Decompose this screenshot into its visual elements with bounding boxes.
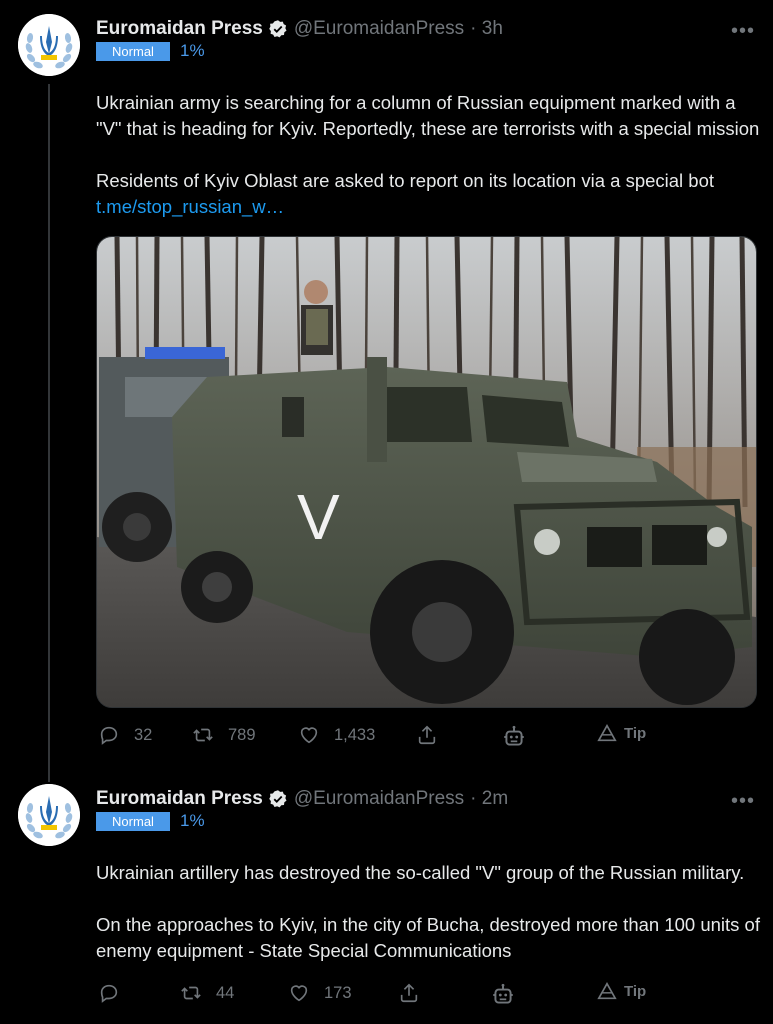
percent-label: 1%	[180, 811, 205, 830]
bot-button[interactable]	[490, 982, 516, 1008]
timestamp[interactable]: · 2m	[470, 788, 508, 810]
reply-count: 32	[134, 725, 153, 744]
author-name[interactable]: Euromaidan Press	[96, 788, 263, 810]
reply-button[interactable]	[98, 982, 120, 1004]
verified-badge-icon	[269, 20, 287, 38]
retweet-count: 44	[216, 983, 235, 1002]
badge-row: Normal 1%	[96, 811, 205, 831]
status-badge: Normal	[96, 811, 170, 831]
reply-icon	[100, 726, 118, 745]
tweet-body: Ukrainian artillery has destroyed the so…	[96, 862, 760, 961]
share-icon	[418, 725, 436, 745]
retweet-button[interactable]: 789	[192, 724, 256, 746]
share-button[interactable]	[416, 724, 438, 746]
badge-row: Normal 1%	[96, 41, 205, 61]
bot-button[interactable]	[501, 724, 527, 750]
share-icon	[400, 983, 418, 1003]
tip-label: Tip	[624, 724, 647, 742]
author-name[interactable]: Euromaidan Press	[96, 18, 263, 40]
more-options-icon[interactable]: •••	[731, 790, 755, 813]
robot-icon	[504, 725, 524, 746]
percent-label: 1%	[180, 41, 205, 60]
reply-icon	[100, 984, 118, 1003]
share-button[interactable]	[398, 982, 420, 1004]
tip-button[interactable]: Tip	[596, 980, 646, 1002]
like-count: 173	[324, 983, 352, 1002]
more-options-icon[interactable]: •••	[731, 20, 755, 43]
tweet-actions: 44 173 Tip	[96, 980, 656, 1012]
heart-icon	[290, 985, 308, 1002]
tweet-text: Ukrainian artillery has destroyed the so…	[96, 834, 761, 964]
avatar[interactable]	[18, 784, 80, 846]
tweet-header: Euromaidan Press @EuromaidanPress · 2m	[96, 784, 508, 814]
tweet-header: Euromaidan Press @EuromaidanPress · 3h	[96, 14, 503, 44]
heart-icon	[300, 727, 318, 744]
like-button[interactable]: 173	[288, 982, 352, 1004]
tip-button[interactable]: Tip	[596, 722, 646, 744]
avatar[interactable]	[18, 14, 80, 76]
retweet-icon	[181, 986, 201, 1000]
author-handle[interactable]: @EuromaidanPress	[294, 788, 464, 810]
reply-button[interactable]: 32	[98, 724, 152, 746]
timestamp[interactable]: · 3h	[470, 18, 503, 40]
tweet-text: Ukrainian army is searching for a column…	[96, 64, 761, 246]
author-handle[interactable]: @EuromaidanPress	[294, 18, 464, 40]
status-badge: Normal	[96, 41, 170, 61]
vehicle-v-mark: V	[297, 481, 340, 553]
trident-logo-icon	[18, 14, 80, 76]
retweet-button[interactable]: 44	[180, 982, 234, 1004]
tweet-media-image[interactable]: V	[96, 236, 757, 708]
tweet-body: Ukrainian army is searching for a column…	[96, 92, 760, 191]
retweet-icon	[193, 728, 213, 742]
tweet-actions: 32 789 1,433 Tip	[96, 722, 656, 754]
retweet-count: 789	[228, 725, 256, 744]
tip-label: Tip	[624, 982, 647, 1000]
like-button[interactable]: 1,433	[298, 724, 375, 746]
tip-icon	[597, 981, 617, 1000]
trident-logo-icon	[18, 784, 80, 846]
tip-icon	[597, 723, 617, 742]
robot-icon	[493, 983, 513, 1004]
thread-connector	[48, 84, 50, 782]
armored-vehicle-photo: V	[97, 237, 756, 707]
tweet-link[interactable]: t.me/stop_russian_w…	[96, 194, 761, 220]
verified-badge-icon	[269, 790, 287, 808]
like-count: 1,433	[334, 725, 376, 744]
